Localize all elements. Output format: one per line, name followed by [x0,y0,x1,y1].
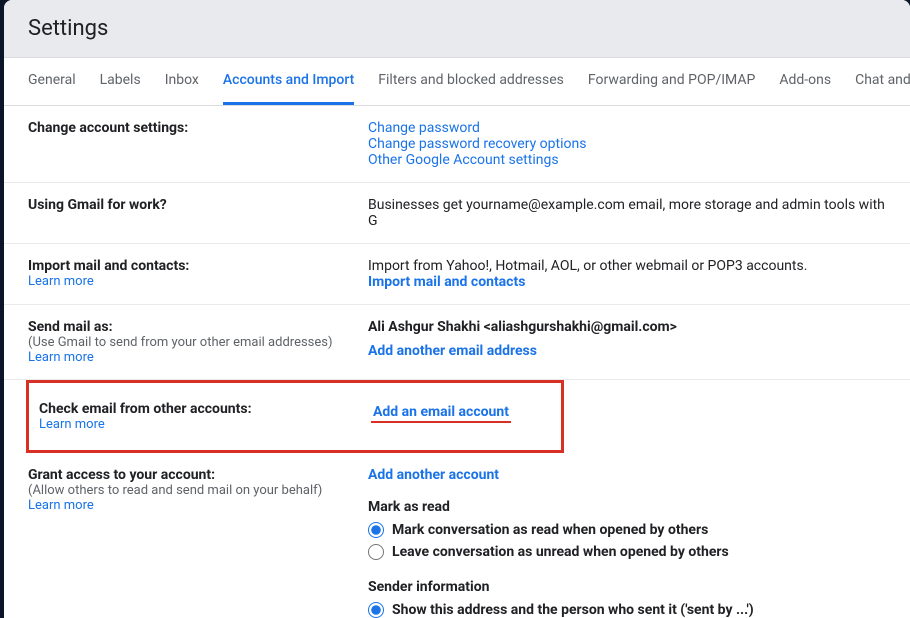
settings-content: Change account settings: Change password… [4,106,910,618]
gmail-work-title: Using Gmail for work? [28,197,368,213]
titlebar: Settings [4,0,910,58]
sender-info-heading: Sender information [368,579,886,595]
section-change-account: Change account settings: Change password… [4,106,910,183]
radio-mark-read-label: Mark conversation as read when opened by… [392,522,708,538]
import-mail-body: Import from Yahoo!, Hotmail, AOL, or oth… [368,258,886,274]
gmail-work-body: Businesses get yourname@example.com emai… [368,197,886,229]
section-send-mail-as: Send mail as: (Use Gmail to send from yo… [4,305,910,380]
radio-show-sent-by-label: Show this address and the person who sen… [392,602,754,618]
section-import-mail: Import mail and contacts: Learn more Imp… [4,244,910,305]
send-mail-as-title: Send mail as: [28,319,368,335]
settings-window: Settings General Labels Inbox Accounts a… [4,0,910,618]
tab-chat[interactable]: Chat and M [855,58,910,105]
send-mail-as-action[interactable]: Add another email address [368,343,886,359]
link-change-recovery[interactable]: Change password recovery options [368,136,886,152]
mark-read-heading: Mark as read [368,499,886,515]
tab-labels[interactable]: Labels [100,58,141,105]
send-mail-as-identity: Ali Ashgur Shakhi <aliashgurshakhi@gmail… [368,319,886,335]
check-email-title: Check email from other accounts: [39,401,371,417]
tab-accounts-import[interactable]: Accounts and Import [223,58,354,105]
grant-access-subtitle: (Allow others to read and send mail on y… [28,483,368,498]
section-check-email: Check email from other accounts: Learn m… [26,380,561,453]
radio-leave-unread-label: Leave conversation as unread when opened… [392,544,729,560]
tab-filters[interactable]: Filters and blocked addresses [378,58,564,105]
tab-forwarding[interactable]: Forwarding and POP/IMAP [588,58,755,105]
section-grant-access: Grant access to your account: (Allow oth… [4,453,910,618]
tab-addons[interactable]: Add-ons [779,58,831,105]
link-change-password[interactable]: Change password [368,120,886,136]
send-mail-as-subtitle: (Use Gmail to send from your other email… [28,335,368,350]
check-email-action[interactable]: Add an email account [371,404,511,423]
tabs: General Labels Inbox Accounts and Import… [4,58,910,106]
page-title: Settings [28,16,886,41]
radio-show-sent-by[interactable] [368,602,384,618]
link-other-google[interactable]: Other Google Account settings [368,152,886,168]
sender-info-radio-group: Show this address and the person who sen… [368,599,886,618]
change-account-title: Change account settings: [28,120,368,136]
import-mail-learn-more[interactable]: Learn more [28,274,368,289]
section-gmail-work: Using Gmail for work? Businesses get you… [4,183,910,244]
import-mail-action[interactable]: Import mail and contacts [368,274,886,290]
radio-leave-unread[interactable] [368,544,384,560]
grant-access-action[interactable]: Add another account [368,467,886,483]
grant-access-learn-more[interactable]: Learn more [28,498,368,513]
grant-access-title: Grant access to your account: [28,467,368,483]
import-mail-title: Import mail and contacts: [28,258,368,274]
mark-read-radio-group: Mark conversation as read when opened by… [368,519,886,563]
check-email-learn-more[interactable]: Learn more [39,417,371,432]
send-mail-as-learn-more[interactable]: Learn more [28,350,368,365]
tab-inbox[interactable]: Inbox [165,58,199,105]
radio-mark-read[interactable] [368,522,384,538]
tab-general[interactable]: General [28,58,76,105]
